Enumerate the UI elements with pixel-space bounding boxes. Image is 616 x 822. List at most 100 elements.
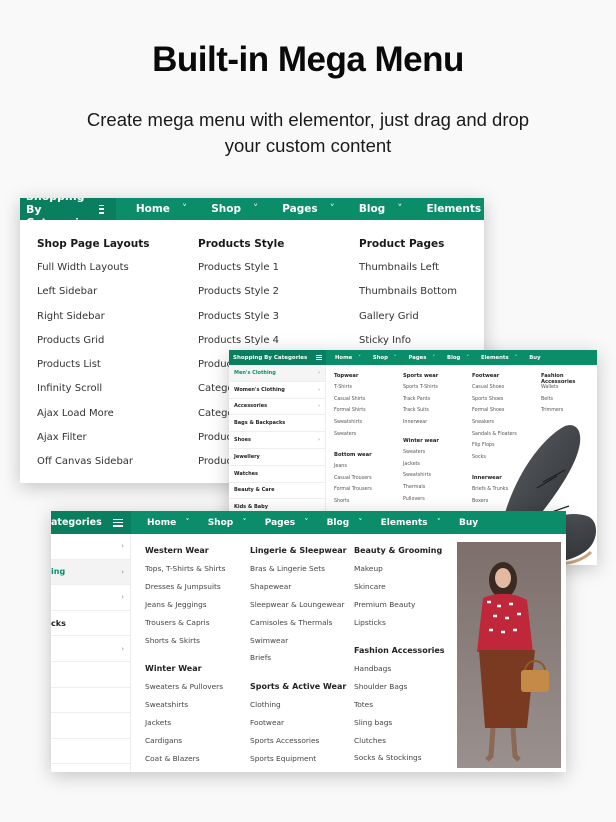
menu-link[interactable]: Sling bags [354,718,445,736]
menu-link[interactable]: Pullovers [403,497,439,509]
sidebar-category-item[interactable]: Accessories › [229,399,325,416]
sidebar-category-item[interactable] [51,662,130,688]
nav-item-shop[interactable]: Shop ˅ [373,355,403,361]
menu-link[interactable]: Briefs [250,653,347,671]
menu-link[interactable]: Sports Equipment [250,754,346,772]
menu-link[interactable]: Off Canvas Sidebar [37,456,149,480]
menu-link[interactable]: Products List [37,359,149,383]
menu-link[interactable]: Sweatshirts [334,420,366,432]
menu-link[interactable]: Shorts [334,499,372,511]
menu-link[interactable]: Tops, T-Shirts & Shirts [145,564,225,582]
nav-item-shop[interactable]: Shop ˅ [211,203,270,215]
menu-link[interactable]: Dresses & Jumpsuits [145,582,225,600]
menu-link[interactable]: Footwear [250,718,346,736]
sidebar-category-item[interactable]: Jewellery [229,449,325,466]
menu-link[interactable]: Coat & Blazers [145,754,223,772]
nav-item-elements[interactable]: Elements ˅ [381,518,450,528]
menu-link[interactable]: Jeans & Jeggings [145,600,225,618]
menu-link[interactable]: Trousers & Capris [145,618,225,636]
nav-item-elements[interactable]: Elements ˅ [481,355,523,361]
menu-link[interactable]: Left Sidebar [37,286,149,310]
menu-link[interactable]: Camisoles & Thermals [250,618,347,636]
sidebar-category-item[interactable]: Bags & Backpacks [229,415,325,433]
sidebar-category-item[interactable]: › [51,636,130,662]
sidebar-category-item[interactable] [51,739,130,765]
nav-item-elements[interactable]: Elements ˅ [426,203,484,215]
menu-link[interactable]: Belts [541,397,597,409]
menu-link[interactable]: Casual Shoes [472,385,517,397]
menu-link[interactable]: Sleepwear & Loungewear [250,600,347,618]
menu-link[interactable]: Wallets [541,385,597,397]
menu-link[interactable]: Sweaters [403,450,439,462]
sidebar-category-item[interactable]: Women's Clothing › [229,382,325,399]
menu-link[interactable]: Swimwear [250,636,347,654]
nav-item-home[interactable]: Home ˅ [136,203,199,215]
menu-link[interactable]: Lipsticks [354,618,442,636]
nav-item-pages[interactable]: Pages ˅ [282,203,347,215]
category-toggle[interactable]: ategories [51,511,131,534]
nav-item-shop[interactable]: Shop ˅ [208,518,256,528]
menu-link[interactable]: Sweaters & Pullovers [145,682,223,700]
category-toggle[interactable]: Shopping By Categories [229,350,326,365]
menu-link[interactable]: Casual Trousers [334,476,372,488]
menu-link[interactable]: Bras & Lingerie Sets [250,564,347,582]
sidebar-category-item[interactable]: › [51,585,130,611]
menu-link[interactable]: Socks & Stockings [354,753,445,771]
nav-item-home[interactable]: Home ˅ [335,355,367,361]
sidebar-category-item[interactable] [51,688,130,714]
menu-link[interactable]: Thumbnails Bottom [359,286,457,310]
nav-item-blog[interactable]: Blog ˅ [359,203,415,215]
sidebar-category-item[interactable]: cks [51,611,130,637]
menu-link[interactable]: Track Suits [403,408,438,420]
menu-link[interactable]: Skincare [354,582,442,600]
sidebar-category-item[interactable]: Watches [229,466,325,483]
menu-link[interactable]: Innerwear [403,420,438,432]
nav-item-blog[interactable]: Blog ˅ [327,518,372,528]
nav-item-buy[interactable]: Buy [459,518,487,528]
menu-link[interactable]: Ajax Filter [37,432,149,456]
menu-link[interactable]: Ajax Load More [37,408,149,432]
menu-link[interactable]: Jackets [403,462,439,474]
menu-link[interactable]: Thermals [403,485,439,497]
menu-link[interactable]: Products Style 3 [198,311,284,335]
nav-item-pages[interactable]: Pages ˅ [265,518,318,528]
sidebar-category-item[interactable]: Shoes › [229,432,325,449]
menu-link[interactable]: Jeans [334,464,372,476]
menu-link[interactable]: Totes [354,700,445,718]
nav-item-buy[interactable]: Buy [529,355,546,361]
sidebar-category-item[interactable]: › [51,534,130,560]
sidebar-category-item[interactable]: Beauty & Care [229,483,325,500]
sidebar-category-item[interactable]: ing › [51,559,130,586]
menu-link[interactable]: T-Shirts [334,385,366,397]
menu-link[interactable]: Track Pants [403,397,438,409]
menu-link[interactable]: Makeup [354,564,442,582]
menu-link[interactable]: Casual Shirts [334,397,366,409]
menu-link[interactable]: Thumbnails Left [359,262,457,286]
menu-link[interactable]: Sports Accessories [250,736,346,754]
menu-link[interactable]: Products Grid [37,335,149,359]
nav-item-pages[interactable]: Pages ˅ [409,355,442,361]
category-toggle[interactable]: Shopping By Categories [20,198,116,229]
menu-link[interactable]: Clutches [354,736,445,754]
menu-link[interactable]: Clothing [250,700,346,718]
menu-link[interactable]: Jackets [145,718,223,736]
menu-link[interactable]: Handbags [354,664,445,682]
menu-link[interactable]: Formal Shirts [334,408,366,420]
menu-link[interactable]: Shoulder Bags [354,682,445,700]
nav-item-home[interactable]: Home ˅ [147,518,199,528]
menu-link[interactable]: Shorts & Skirts [145,636,225,654]
menu-link[interactable]: Full Width Layouts [37,262,149,286]
menu-link[interactable]: Formal Trousers [334,487,372,499]
menu-link[interactable]: Sports Shoes [472,397,517,409]
sidebar-category-item[interactable] [51,713,130,739]
menu-link[interactable]: Premium Beauty [354,600,442,618]
nav-item-blog[interactable]: Blog ˅ [447,355,475,361]
menu-link[interactable]: Infinity Scroll [37,383,149,407]
menu-link[interactable]: Sweaters [334,432,366,444]
sidebar-category-item[interactable]: Men's Clothing › [229,365,325,382]
menu-link[interactable]: Sports T-Shirts [403,385,438,397]
menu-link[interactable]: Products Style 2 [198,286,284,310]
menu-link[interactable]: Products Style 1 [198,262,284,286]
menu-link[interactable]: Sweatshirts [403,473,439,485]
menu-link[interactable]: Cardigans [145,736,223,754]
